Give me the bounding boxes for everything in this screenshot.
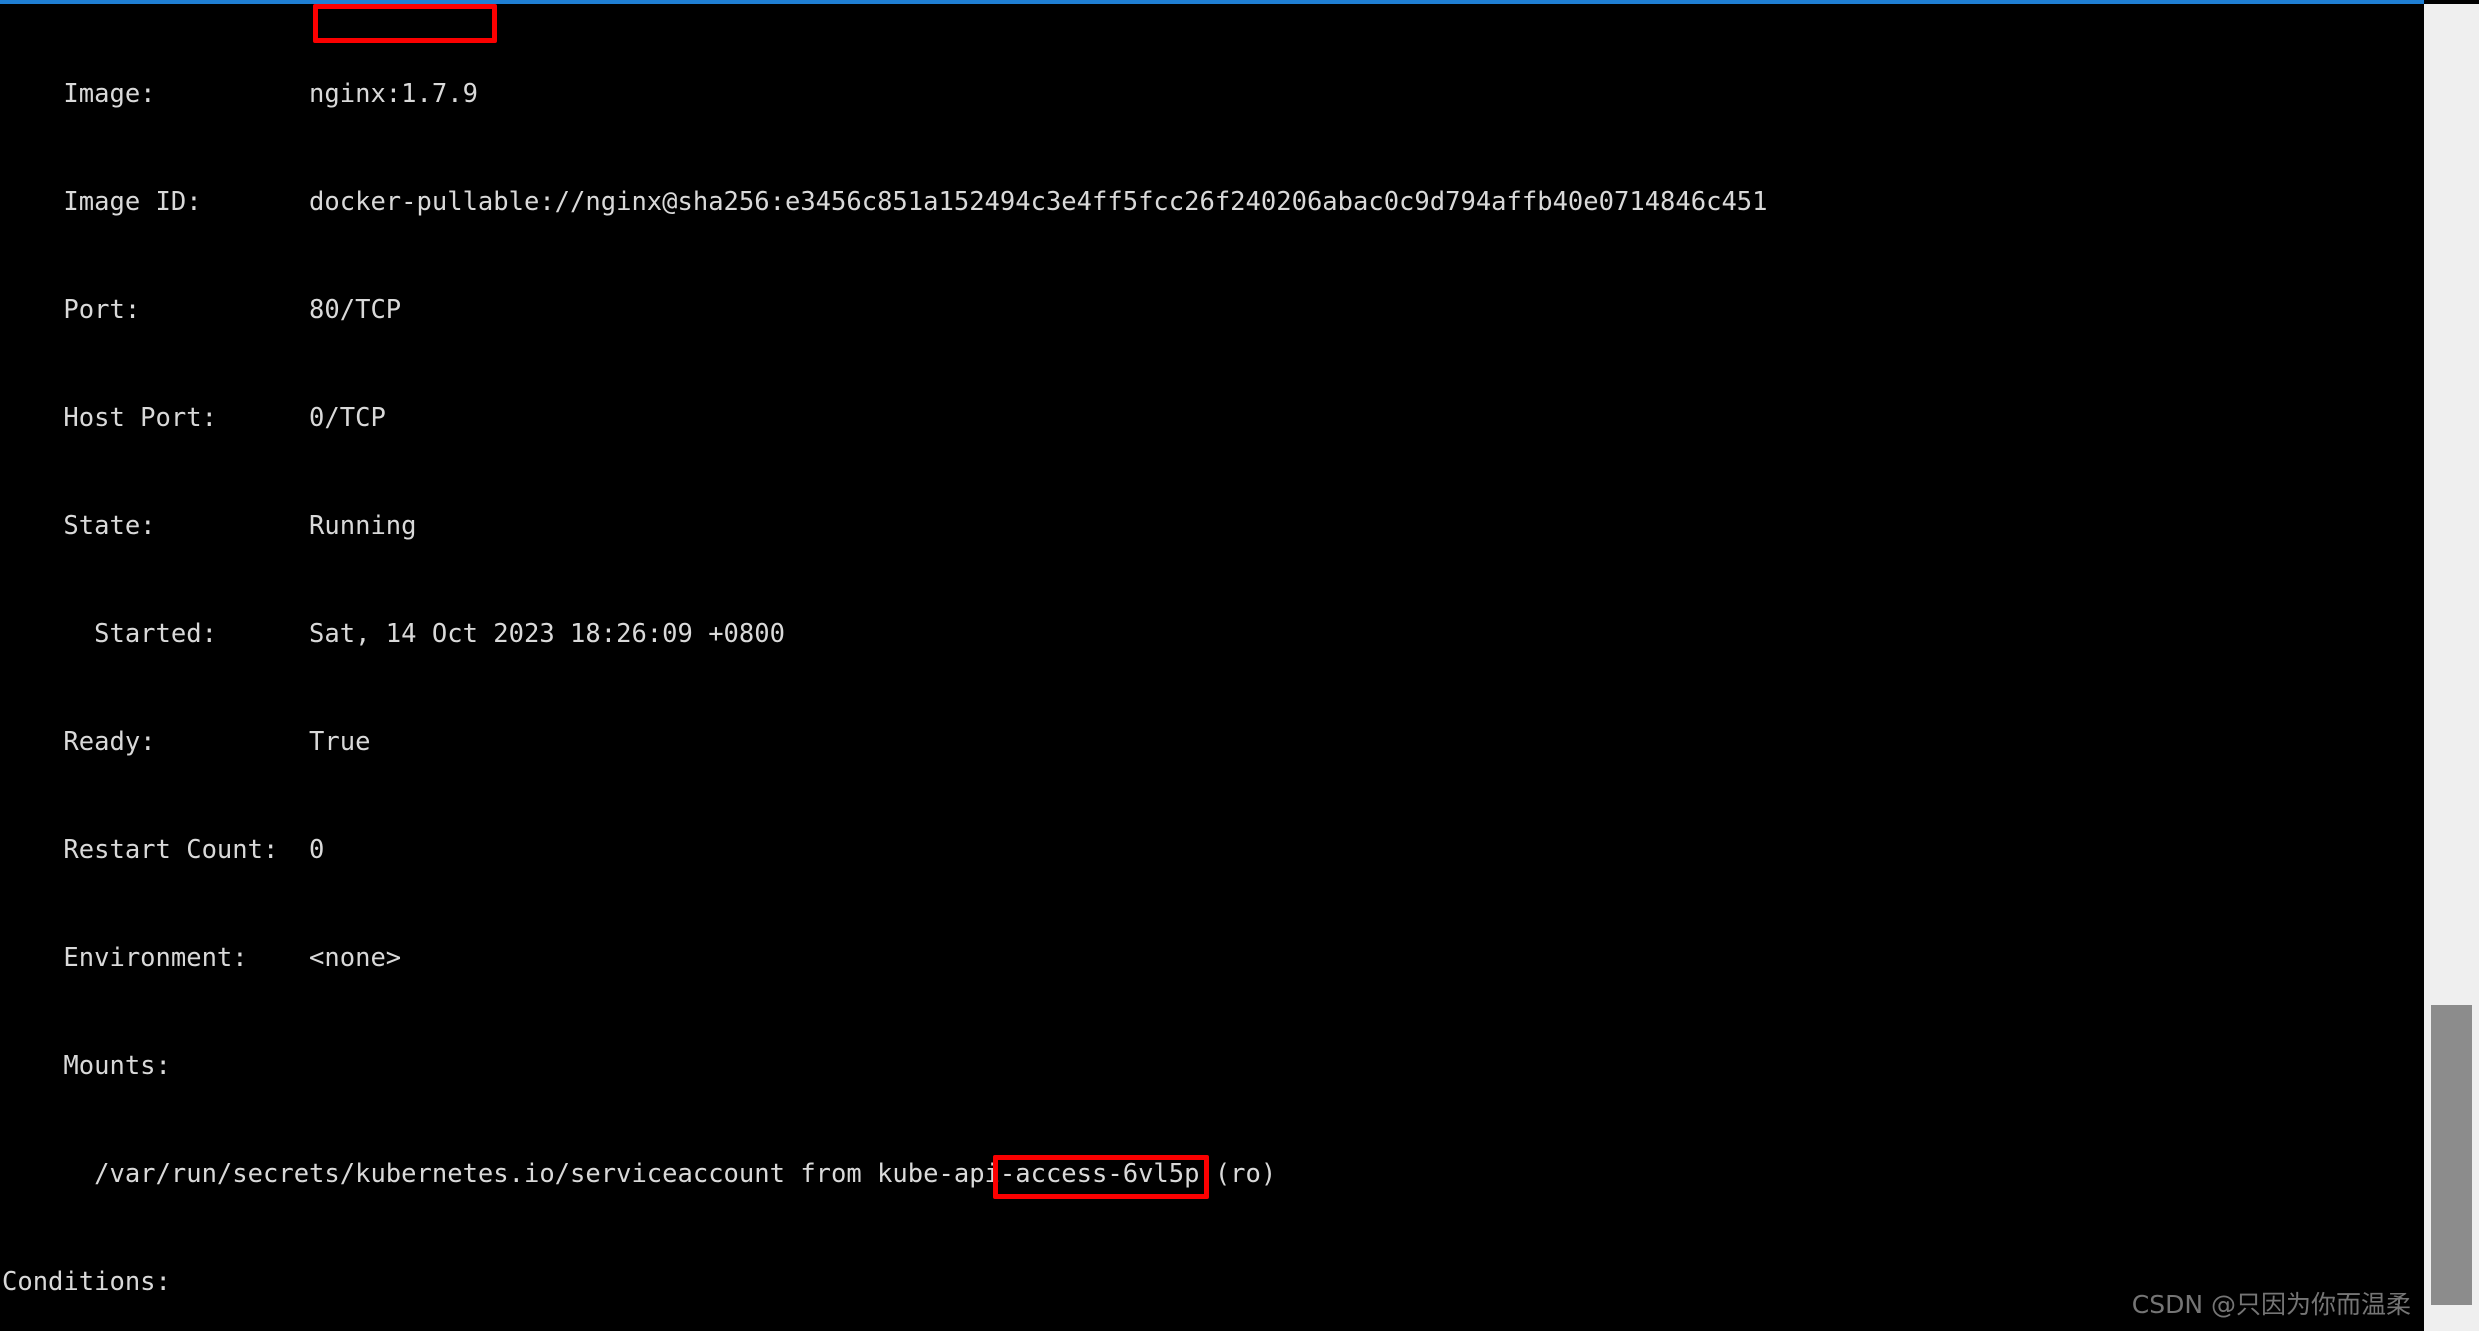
terminal-line: Image ID: docker-pullable://nginx@sha256… (2, 187, 1768, 217)
terminal-line: Port: 80/TCP (2, 295, 402, 325)
terminal-line: Ready: True (2, 727, 371, 757)
terminal-line: Image: nginx:1.7.9 (2, 79, 478, 109)
vertical-scrollbar[interactable] (2424, 4, 2479, 1331)
terminal-line: Conditions: (2, 1267, 171, 1297)
terminal-window: Image: nginx:1.7.9 Image ID: docker-pull… (0, 0, 2479, 1331)
terminal-line: Started: Sat, 14 Oct 2023 18:26:09 +0800 (2, 619, 785, 649)
terminal-output-area[interactable]: Image: nginx:1.7.9 Image ID: docker-pull… (0, 4, 2424, 1331)
terminal-line: Restart Count: 0 (2, 835, 325, 865)
terminal-line: Mounts: (2, 1051, 171, 1081)
terminal-line: Host Port: 0/TCP (2, 403, 386, 433)
terminal-line: /var/run/secrets/kubernetes.io/serviceac… (2, 1159, 1277, 1189)
csdn-watermark: CSDN @只因为你而温柔 (2131, 1290, 2411, 1319)
terminal-line: Environment: <none> (2, 943, 402, 973)
terminal-line: State: Running (2, 511, 417, 541)
scrollbar-thumb[interactable] (2431, 1005, 2472, 1305)
